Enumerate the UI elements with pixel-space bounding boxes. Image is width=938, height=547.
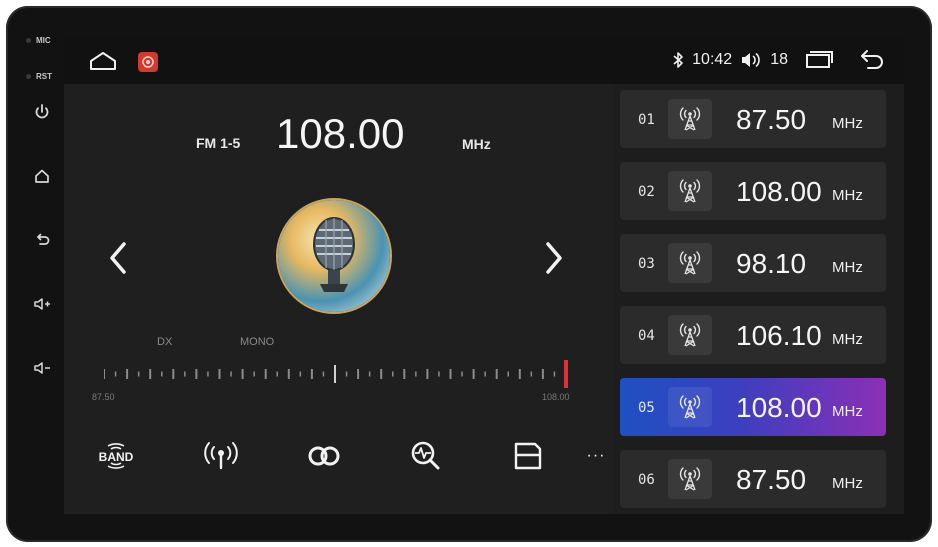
power-icon[interactable] bbox=[32, 102, 52, 122]
recent-apps-icon[interactable] bbox=[804, 50, 834, 70]
reset-label: RST bbox=[36, 72, 52, 81]
seek-next-button[interactable] bbox=[538, 236, 568, 280]
seek-prev-button[interactable] bbox=[104, 236, 134, 280]
status-bar: 10:42 18 bbox=[64, 36, 904, 84]
stereo-button[interactable] bbox=[302, 436, 346, 476]
dx-indicator: DX bbox=[157, 336, 173, 348]
preset-number: 06 bbox=[638, 472, 655, 488]
tuning-scale[interactable] bbox=[104, 354, 574, 394]
scale-min-label: 87.50 bbox=[92, 392, 115, 402]
preset-01[interactable]: 01 87.50 MHz bbox=[620, 90, 886, 148]
antenna-tower-icon bbox=[668, 459, 712, 499]
scan-icon bbox=[411, 441, 440, 470]
reset-hole[interactable] bbox=[26, 74, 31, 79]
preset-03[interactable]: 03 98.10 MHz bbox=[620, 234, 886, 292]
antenna-tower-icon bbox=[668, 99, 712, 139]
antenna-tower-icon bbox=[668, 387, 712, 427]
microphone-icon bbox=[313, 217, 355, 292]
preset-number: 02 bbox=[638, 184, 655, 200]
current-frequency: 108.00 bbox=[276, 110, 405, 157]
more-button[interactable]: ··· bbox=[574, 436, 618, 476]
preset-number: 03 bbox=[638, 256, 655, 272]
preset-unit: MHz bbox=[832, 475, 863, 492]
preset-frequency: 106.10 bbox=[736, 320, 822, 351]
preset-unit: MHz bbox=[832, 187, 863, 204]
radio-toolbar: BAND ··· bbox=[94, 436, 614, 476]
status-right: 10:42 18 bbox=[672, 48, 886, 72]
volume-up-icon[interactable] bbox=[32, 294, 52, 314]
preset-frequency: 108.00 bbox=[736, 176, 822, 207]
save-button[interactable] bbox=[506, 436, 550, 476]
volume-down-icon[interactable] bbox=[32, 358, 52, 378]
frequency-unit: MHz bbox=[462, 136, 491, 152]
tuner-position-marker[interactable] bbox=[564, 360, 568, 388]
preset-04[interactable]: 04 106.10 MHz bbox=[620, 306, 886, 364]
speaker-icon[interactable] bbox=[740, 51, 762, 69]
preset-frequency: 87.50 bbox=[736, 464, 807, 495]
home-icon[interactable] bbox=[32, 166, 52, 186]
preset-02[interactable]: 02 108.00 MHz bbox=[620, 162, 886, 220]
antenna-tower-icon bbox=[668, 243, 712, 283]
radio-screen: 10:42 18 FM 1-5 108.00 MHz DX MONO 87.50… bbox=[64, 36, 904, 514]
scale-max-label: 108.00 bbox=[542, 392, 570, 402]
scan-button[interactable] bbox=[404, 436, 448, 476]
bluetooth-icon bbox=[672, 51, 684, 69]
preset-unit: MHz bbox=[832, 115, 863, 132]
band-label: FM 1-5 bbox=[196, 135, 241, 151]
mono-indicator: MONO bbox=[240, 336, 275, 348]
antenna-tower-icon bbox=[668, 171, 712, 211]
mic-hole bbox=[26, 38, 31, 43]
mic-label: MIC bbox=[36, 36, 51, 45]
preset-number: 04 bbox=[638, 328, 655, 344]
back-arrow-icon[interactable] bbox=[856, 49, 886, 71]
microphone-artwork bbox=[278, 200, 390, 312]
radio-app-icon[interactable] bbox=[138, 52, 158, 72]
save-icon bbox=[514, 442, 542, 470]
band-button[interactable]: BAND bbox=[94, 436, 138, 476]
preset-list: 01 87.50 MHz 02 108.00 MHz 03 98.10 MHz 04 106.10 M… bbox=[620, 90, 886, 510]
preset-number: 01 bbox=[638, 112, 655, 128]
preset-frequency: 108.00 bbox=[736, 392, 822, 423]
preset-unit: MHz bbox=[832, 331, 863, 348]
antenna-icon bbox=[204, 442, 238, 470]
home-icon[interactable] bbox=[88, 50, 118, 72]
preset-unit: MHz bbox=[832, 259, 863, 276]
volume-level: 18 bbox=[770, 51, 788, 68]
preset-frequency: 87.50 bbox=[736, 104, 807, 135]
preset-frequency: 98.10 bbox=[736, 248, 807, 279]
back-icon[interactable] bbox=[32, 230, 52, 250]
antenna-tower-icon bbox=[668, 315, 712, 355]
stereo-icon bbox=[308, 446, 340, 466]
preset-05[interactable]: 05 108.00 MHz bbox=[620, 378, 886, 436]
preset-unit: MHz bbox=[832, 403, 863, 420]
preset-number: 05 bbox=[638, 400, 655, 416]
antenna-button[interactable] bbox=[199, 436, 243, 476]
band-button-label: BAND bbox=[98, 450, 134, 464]
preset-06[interactable]: 06 87.50 MHz bbox=[620, 450, 886, 508]
clock: 10:42 bbox=[692, 51, 733, 68]
